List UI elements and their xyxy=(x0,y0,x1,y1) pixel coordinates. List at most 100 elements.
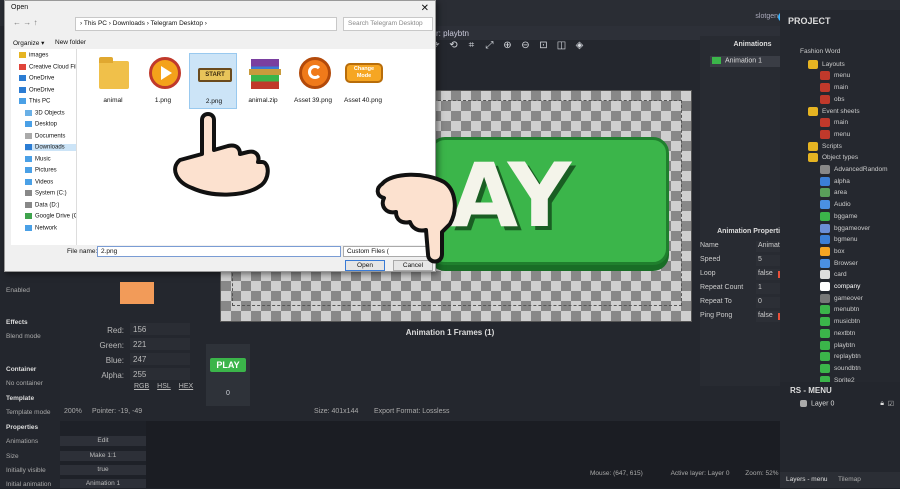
file-item[interactable]: animal xyxy=(89,53,137,109)
file-item[interactable]: 1.png xyxy=(139,53,187,109)
project-item[interactable]: gameover xyxy=(820,293,900,306)
project-item[interactable]: Scripts xyxy=(808,141,900,154)
flip-icon[interactable]: ⟲ xyxy=(448,40,459,51)
crop-icon[interactable]: ⌗ xyxy=(466,40,477,51)
tree-item[interactable]: This PC xyxy=(19,98,76,105)
tab-layers[interactable]: Layers - menu xyxy=(786,476,828,483)
tree-item[interactable]: Network xyxy=(25,224,76,231)
project-item[interactable]: bggameover xyxy=(820,223,900,236)
project-item[interactable]: main xyxy=(820,83,900,95)
zoom-in-icon[interactable]: ⊕ xyxy=(502,40,513,51)
project-item-label: bggameover xyxy=(834,224,871,232)
make-1-1-button[interactable]: Make 1:1 xyxy=(60,451,146,461)
address-bar[interactable]: › This PC › Downloads › Telegram Desktop… xyxy=(75,17,337,31)
template-header[interactable]: Template xyxy=(0,395,60,402)
project-item[interactable]: replaybtn xyxy=(820,352,900,364)
tree-item[interactable]: Google Drive (G xyxy=(25,213,76,220)
hsl-mode[interactable]: HSL xyxy=(157,383,171,390)
close-icon[interactable]: ✕ xyxy=(421,3,429,14)
property-label: Loop xyxy=(700,270,716,277)
project-item[interactable]: nextbtn xyxy=(820,328,900,341)
file-item[interactable]: Asset 39.png xyxy=(289,53,337,109)
lock-icon[interactable]: 🔒︎ xyxy=(880,400,884,408)
file-item[interactable]: Change Mode Asset 40.png xyxy=(339,53,387,109)
zoom-fit-icon[interactable]: ⊡ xyxy=(538,40,549,51)
project-item[interactable]: Object types xyxy=(808,153,900,165)
green-input[interactable]: 221 xyxy=(130,338,190,350)
alpha-input[interactable]: 255 xyxy=(130,368,190,380)
project-item[interactable]: Layouts xyxy=(808,59,900,72)
animations-edit-button[interactable]: Edit xyxy=(60,436,146,446)
project-item[interactable]: bggame xyxy=(820,211,900,224)
eye-icon[interactable] xyxy=(800,400,807,407)
start-art-text: START xyxy=(198,68,232,82)
initially-visible-toggle[interactable]: true xyxy=(60,465,146,475)
layers-icon[interactable]: ◈ xyxy=(574,40,585,51)
effects-header[interactable]: Effects xyxy=(0,319,60,326)
file-item[interactable]: animal.zip xyxy=(239,53,287,109)
project-item-label: Scripts xyxy=(822,142,842,150)
zoom-actual-icon[interactable]: ◫ xyxy=(556,40,567,51)
file-name-input[interactable]: 2.png xyxy=(97,246,341,257)
project-item[interactable]: box xyxy=(820,246,900,259)
rgb-mode[interactable]: RGB xyxy=(134,383,149,390)
up-icon[interactable]: ↑ xyxy=(33,18,37,27)
user-name[interactable]: slotgen xyxy=(755,13,778,20)
project-item[interactable]: main xyxy=(820,118,900,130)
animation-list-item[interactable]: Animation 1 xyxy=(710,56,782,67)
tree-item[interactable]: Data (D:) xyxy=(25,201,76,208)
project-item[interactable]: company xyxy=(820,282,900,294)
tree-item[interactable]: Pictures xyxy=(25,167,76,174)
new-folder-button[interactable]: New folder xyxy=(55,39,86,46)
color-swatch[interactable] xyxy=(120,282,154,304)
project-item[interactable]: playbtn xyxy=(820,340,900,353)
tree-item[interactable]: images xyxy=(19,52,76,59)
project-item-label: area xyxy=(834,189,848,197)
project-item[interactable]: soundbtn xyxy=(820,363,900,376)
organize-button[interactable]: Organize ▾ xyxy=(13,39,44,47)
tree-item[interactable]: Desktop xyxy=(25,121,76,128)
tree-item[interactable]: OneDrive xyxy=(19,75,76,82)
tree-item[interactable]: Documents xyxy=(25,132,76,139)
hex-mode[interactable]: HEX xyxy=(179,383,193,390)
back-icon[interactable]: ← xyxy=(13,18,21,27)
file-item[interactable]: START 2.png xyxy=(189,53,237,109)
tree-item[interactable]: 3D Objects xyxy=(25,109,76,116)
tree-item[interactable]: Videos xyxy=(25,178,76,185)
project-item[interactable]: bgmenu xyxy=(820,235,900,247)
project-item-icon xyxy=(820,305,830,315)
red-label: Red: xyxy=(107,326,124,335)
project-item[interactable]: Event sheets xyxy=(808,106,900,119)
project-item[interactable]: AdvancedRandom xyxy=(820,165,900,177)
project-item[interactable]: alpha xyxy=(820,176,900,189)
project-item[interactable]: Audio xyxy=(820,200,900,212)
forward-icon[interactable]: → xyxy=(23,18,31,27)
initial-animation-select[interactable]: Animation 1 xyxy=(60,479,146,488)
frame-thumbnail[interactable]: PLAY 0 xyxy=(206,344,250,406)
blue-input[interactable]: 247 xyxy=(130,353,190,365)
resize-icon[interactable]: ⤢ xyxy=(484,40,495,51)
layer-name: Layer 0 xyxy=(811,400,835,408)
project-item[interactable]: menubtn xyxy=(820,305,900,317)
checkbox-icon[interactable]: ☑ xyxy=(888,400,894,408)
project-item[interactable]: card xyxy=(820,270,900,282)
tab-tilemap[interactable]: Tilemap xyxy=(838,476,861,483)
tree-item[interactable]: Downloads xyxy=(25,144,76,151)
tree-item[interactable]: OneDrive xyxy=(19,86,76,93)
red-input[interactable]: 156 xyxy=(130,323,190,335)
project-item[interactable]: area xyxy=(820,188,900,200)
project-item[interactable]: menu xyxy=(820,129,900,142)
layer-row[interactable]: Layer 0 🔒︎ ☑ xyxy=(800,400,900,412)
project-item[interactable]: Browser xyxy=(820,258,900,271)
container-header[interactable]: Container xyxy=(0,366,60,373)
project-item[interactable]: menu xyxy=(820,71,900,83)
zoom-out-icon[interactable]: ⊖ xyxy=(520,40,531,51)
properties-header[interactable]: Properties xyxy=(0,424,60,431)
project-item[interactable]: Fashion Word xyxy=(800,48,900,60)
project-item[interactable]: obs xyxy=(820,94,900,107)
tree-item[interactable]: Creative Cloud Fil xyxy=(19,63,76,70)
project-item[interactable]: musicbtn xyxy=(820,317,900,329)
tree-item[interactable]: Music xyxy=(25,155,76,162)
tree-item[interactable]: System (C:) xyxy=(25,190,76,197)
search-input[interactable]: Search Telegram Desktop xyxy=(343,17,433,31)
